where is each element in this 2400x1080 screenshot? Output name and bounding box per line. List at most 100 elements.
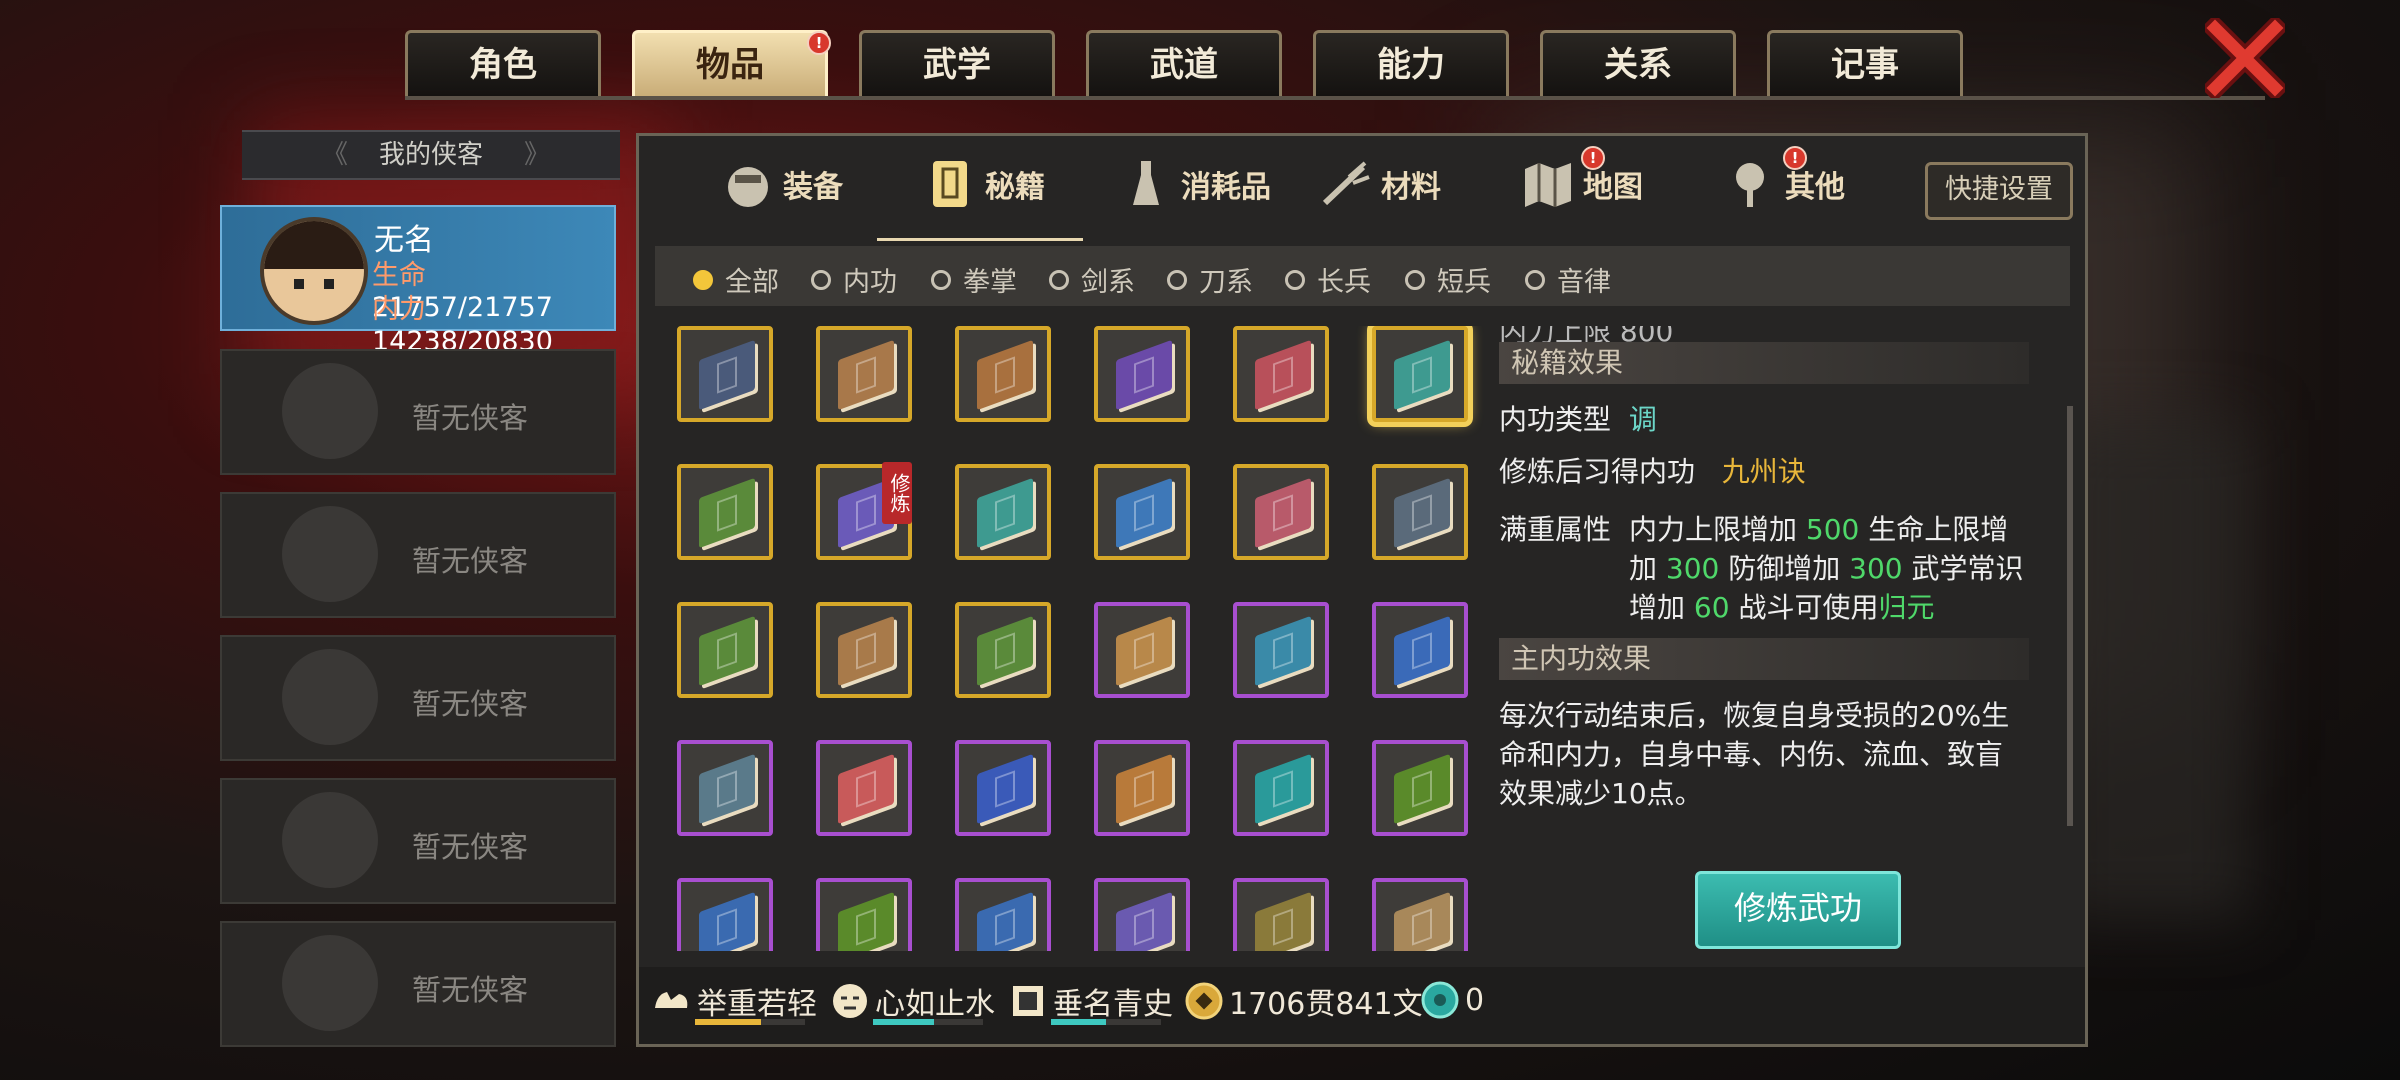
training-tag: 修炼 [882, 462, 912, 524]
book-icon [1116, 615, 1172, 687]
item-slot[interactable] [1094, 740, 1190, 836]
item-slot[interactable]: 修炼 [816, 462, 912, 560]
subtab-herb[interactable]: 材料 [1319, 154, 1441, 214]
item-slot[interactable] [677, 878, 773, 951]
tab-ability[interactable]: 能力 [1313, 30, 1509, 96]
subtab-flask[interactable]: 消耗品 [1119, 154, 1271, 214]
status-fame: 垂名青史 [1007, 979, 1173, 1023]
full-attr-line: 增加 60 战斗可使用归元 [1629, 586, 1934, 626]
attr-text: 内力上限增加 [1629, 513, 1806, 546]
subtab-lamp[interactable]: 其他! [1723, 146, 1845, 214]
hero-slot-empty[interactable]: 暂无侠客 [220, 492, 616, 618]
book-icon [699, 615, 755, 687]
item-slot[interactable] [1372, 464, 1468, 560]
empty-slot-label: 暂无侠客 [412, 687, 529, 721]
jade: 0 [1419, 979, 1484, 1021]
close-icon[interactable] [2200, 13, 2290, 103]
tab-role[interactable]: 角色 [405, 30, 601, 96]
item-slot[interactable] [955, 602, 1051, 698]
filter-option[interactable]: 刀系 [1167, 260, 1253, 299]
filter-option[interactable]: 长兵 [1285, 260, 1371, 299]
item-slot[interactable] [677, 602, 773, 698]
item-slot[interactable] [955, 740, 1051, 836]
filter-option[interactable]: 拳掌 [931, 260, 1017, 299]
attr-text: 归元 [1878, 591, 1935, 624]
item-slot[interactable] [1233, 464, 1329, 560]
empty-slot-label: 暂无侠客 [412, 973, 529, 1007]
book-icon [1255, 477, 1311, 549]
item-slot[interactable] [1094, 464, 1190, 560]
radio-icon [811, 269, 831, 290]
money: 1706贯841文 [1183, 979, 1423, 1023]
subtab-map[interactable]: 地图! [1521, 146, 1643, 214]
item-slot[interactable] [1233, 740, 1329, 836]
book-icon [1255, 891, 1311, 951]
attr-text: 300 [1665, 552, 1720, 585]
tab-relation[interactable]: 关系 [1540, 30, 1736, 96]
item-slot[interactable] [955, 464, 1051, 560]
hero-card-selected[interactable]: 无名 生命21757/21757 内力14238/20830 [220, 205, 616, 357]
filter-option[interactable]: 内功 [811, 260, 897, 299]
hero-slot-empty[interactable]: 暂无侠客 [220, 921, 616, 1047]
item-slot[interactable] [1372, 326, 1468, 422]
book-icon [1394, 615, 1450, 687]
effect-line: 每次行动结束后，恢复自身受损的20%生 [1499, 699, 2010, 732]
hero-mp: 内力14238/20830 [372, 294, 553, 357]
radio-icon [1049, 269, 1069, 290]
item-slot[interactable] [1233, 878, 1329, 951]
item-slot[interactable] [816, 602, 912, 698]
attr-text: 500 [1805, 513, 1860, 546]
effect-line: 效果减少10点。 [1499, 777, 1703, 810]
item-slot[interactable] [955, 878, 1051, 951]
book-icon [838, 615, 894, 687]
book-icon [1116, 477, 1172, 549]
item-slot[interactable] [1372, 740, 1468, 836]
attr-text: 武学常识 [1902, 552, 2024, 585]
status-bar-strength [695, 1019, 805, 1025]
detail-scrollbar[interactable] [2067, 406, 2073, 826]
item-slot[interactable] [816, 326, 912, 422]
tab-notes[interactable]: 记事 [1767, 30, 1963, 96]
filter-option[interactable]: 短兵 [1405, 260, 1491, 299]
item-slot[interactable] [955, 326, 1051, 422]
item-slot[interactable] [816, 740, 912, 836]
item-slot[interactable] [816, 878, 912, 951]
item-slot[interactable] [1094, 878, 1190, 951]
subtab-book[interactable]: 秘籍 [923, 154, 1045, 214]
item-slot[interactable] [677, 740, 773, 836]
item-slot[interactable] [1372, 602, 1468, 698]
filter-option[interactable]: 剑系 [1049, 260, 1135, 299]
status-calm: 心如止水 [829, 979, 995, 1023]
radio-icon [1405, 269, 1425, 290]
quick-settings-button[interactable]: 快捷设置 [1925, 162, 2073, 220]
tab-items[interactable]: 物品! [632, 30, 831, 96]
train-skill-button[interactable]: 修炼武功 [1695, 871, 1901, 949]
full-attr-label: 满重属性 [1499, 513, 1612, 546]
hero-slot-empty[interactable]: 暂无侠客 [220, 349, 616, 475]
hero-slot-empty[interactable]: 暂无侠客 [220, 635, 616, 761]
hero-slot-empty[interactable]: 暂无侠客 [220, 778, 616, 904]
item-slot[interactable] [677, 326, 773, 422]
active-subtab-underline [877, 238, 1083, 241]
filter-bar: 全部 内功 拳掌 剑系 刀系 长兵 短兵 音律 [655, 246, 2070, 306]
item-grid: 修炼 [677, 326, 1487, 951]
item-slot[interactable] [1372, 878, 1468, 951]
filter-option[interactable]: 音律 [1525, 260, 1611, 299]
tab-dao[interactable]: 武道 [1086, 30, 1282, 96]
item-slot[interactable] [677, 464, 773, 560]
item-slot[interactable] [1233, 602, 1329, 698]
item-slot[interactable] [1094, 326, 1190, 422]
tab-martial[interactable]: 武学 [859, 30, 1055, 96]
item-slot[interactable] [1233, 326, 1329, 422]
book-icon [1394, 477, 1450, 549]
alert-badge: ! [1783, 146, 1807, 170]
book-icon [838, 891, 894, 951]
item-slot[interactable] [1094, 602, 1190, 698]
alert-badge: ! [1581, 146, 1605, 170]
silhouette-icon [282, 792, 378, 888]
subtab-pot[interactable]: 装备 [721, 154, 843, 214]
pot-icon [721, 157, 783, 211]
filter-label: 内功 [843, 267, 897, 298]
silhouette-icon [282, 649, 378, 745]
filter-option[interactable]: 全部 [693, 260, 779, 299]
